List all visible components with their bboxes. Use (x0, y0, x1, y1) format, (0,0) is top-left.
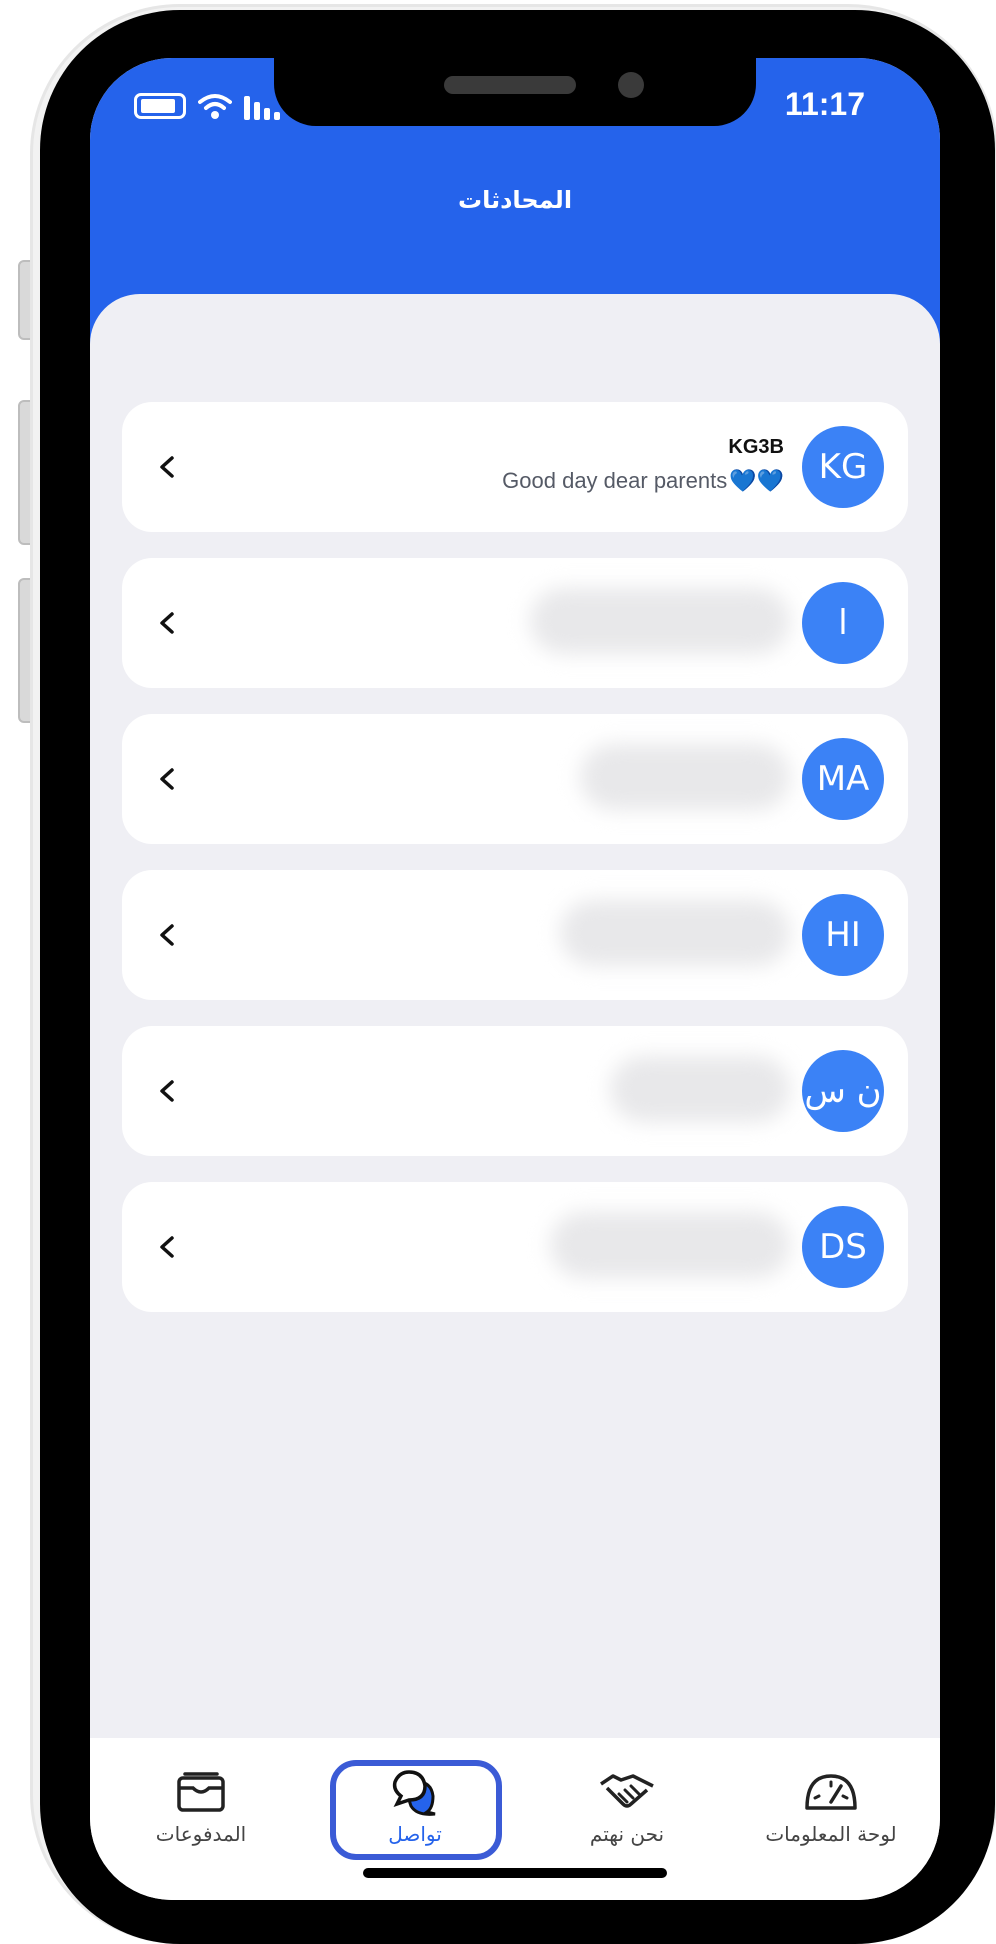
tab-payments[interactable]: المدفوعات (116, 1768, 286, 1868)
chat-preview-text: Good day dear parents (502, 468, 728, 493)
tab-we-care-label: نحن نهتم (589, 1822, 665, 1846)
tab-communicate-label: تواصل (388, 1822, 442, 1846)
front-camera (618, 72, 644, 98)
blurred-chat-text (530, 588, 790, 654)
battery-icon (134, 93, 186, 119)
blurred-chat-text (580, 744, 790, 810)
camera-notch (274, 58, 756, 126)
wallet-icon (177, 1772, 225, 1812)
chat-list-sheet: KG3B Good day dear parents 💙💙 KG ا MA HI … (90, 294, 940, 1814)
blue-heart-emoji: 💙💙 (729, 468, 784, 493)
dashboard-gauge-icon (805, 1774, 857, 1810)
home-indicator[interactable] (363, 1868, 667, 1878)
chat-preview: Good day dear parents 💙💙 (502, 468, 784, 494)
chat-item[interactable]: MA (122, 714, 908, 844)
status-time: 11:17 (784, 86, 865, 122)
chat-item[interactable]: DS (122, 1182, 908, 1312)
chevron-left-icon (160, 768, 174, 790)
tab-payments-label: المدفوعات (155, 1822, 247, 1846)
chevron-left-icon (160, 1080, 174, 1102)
chat-item[interactable]: HI (122, 870, 908, 1000)
blurred-chat-text (560, 900, 790, 966)
avatar: MA (802, 738, 884, 820)
handshake-icon (600, 1774, 654, 1808)
chevron-left-icon (160, 924, 174, 946)
avatar: DS (802, 1206, 884, 1288)
avatar: HI (802, 894, 884, 976)
tab-communicate[interactable]: تواصل (330, 1768, 500, 1868)
avatar: ن س (802, 1050, 884, 1132)
blurred-chat-text (610, 1056, 790, 1122)
chat-item[interactable]: ا (122, 558, 908, 688)
chevron-left-icon (160, 1236, 174, 1258)
page-title: المحادثات (457, 186, 573, 214)
chevron-left-icon (160, 456, 174, 478)
wifi-icon (198, 92, 232, 120)
speaker-grille (444, 76, 576, 94)
chat-item-kg3b[interactable]: KG3B Good day dear parents 💙💙 KG (122, 402, 908, 532)
tab-dashboard[interactable]: لوحة المعلومات (746, 1768, 916, 1868)
chat-bubbles-icon (392, 1770, 436, 1816)
avatar: KG (802, 426, 884, 508)
blurred-chat-text (550, 1212, 790, 1278)
tab-we-care[interactable]: نحن نهتم (542, 1768, 712, 1868)
status-icons (134, 92, 284, 120)
phone-screen: 11:17 المحادثات KG3B Good day dear paren… (90, 58, 940, 1900)
tab-dashboard-label: لوحة المعلومات (765, 1822, 897, 1846)
chevron-left-icon (160, 612, 174, 634)
avatar: ا (802, 582, 884, 664)
chat-name: KG3B (728, 436, 784, 458)
chat-item[interactable]: ن س (122, 1026, 908, 1156)
